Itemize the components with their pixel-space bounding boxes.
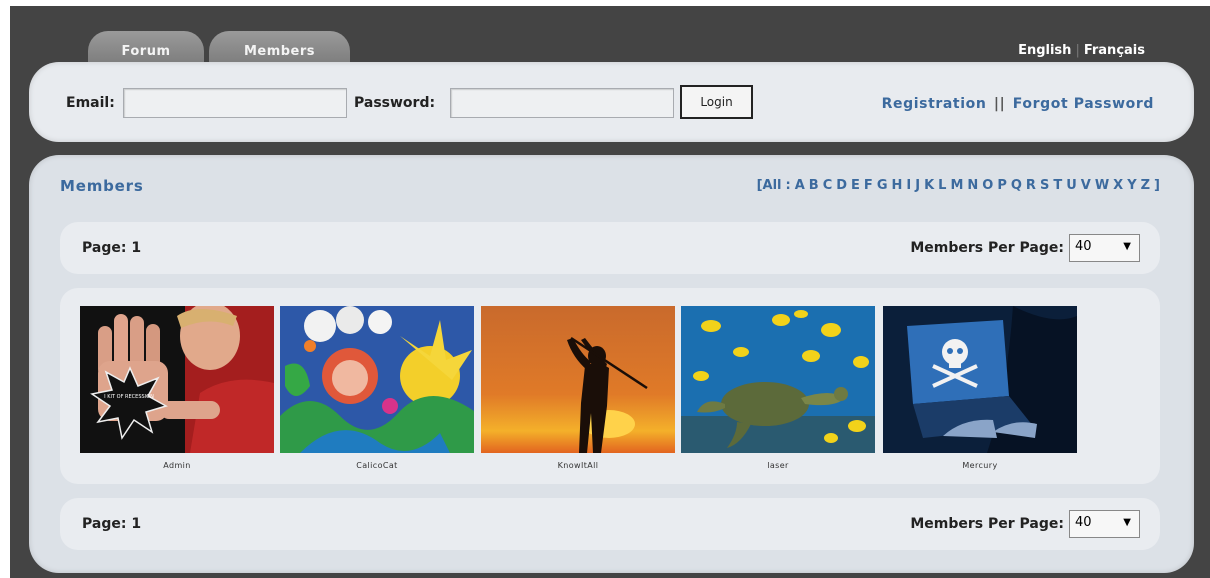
alpha-letter-x[interactable]: X	[1113, 178, 1123, 193]
members-per-page-value: 40	[1075, 239, 1092, 254]
alpha-letter-l[interactable]: L	[938, 178, 946, 193]
language-english-link[interactable]: English	[1018, 43, 1071, 58]
svg-text:I KIT OF RECESSION: I KIT OF RECESSION	[104, 394, 154, 400]
alpha-letter-g[interactable]: G	[877, 178, 888, 193]
member-name[interactable]: Admin	[80, 461, 274, 470]
alpha-letter-d[interactable]: D	[836, 178, 847, 193]
avatar-admin-image: I KIT OF RECESSION	[80, 306, 274, 453]
member-name[interactable]: laser	[681, 461, 875, 470]
alpha-letter-u[interactable]: U	[1066, 178, 1077, 193]
page-indicator: Page: 1	[82, 516, 142, 532]
avatar-knowitall-image	[481, 306, 675, 453]
member-card[interactable]: I KIT OF RECESSION Admin	[80, 306, 274, 470]
alpha-letter-j[interactable]: J	[915, 178, 920, 193]
login-button[interactable]: Login	[680, 85, 753, 119]
member-name[interactable]: KnowItAll	[481, 461, 675, 470]
alpha-letter-t[interactable]: T	[1053, 178, 1062, 193]
alpha-open-bracket: [	[756, 178, 763, 193]
member-card[interactable]: Mercury	[883, 306, 1077, 470]
email-input[interactable]	[123, 88, 347, 118]
pagination-bar-bottom: Page: 1 Members Per Page: 40 ▼	[60, 498, 1160, 550]
avatar-mercury-image	[883, 306, 1077, 453]
email-label: Email:	[66, 95, 115, 111]
alpha-letter-m[interactable]: M	[950, 178, 963, 193]
registration-link[interactable]: Registration	[882, 96, 987, 112]
forgot-password-link[interactable]: Forgot Password	[1013, 96, 1154, 112]
members-per-page-select[interactable]: 40 ▼	[1069, 234, 1140, 262]
login-bar: Email: Password: Login Registration || F…	[29, 62, 1194, 142]
alpha-close-bracket: ]	[1154, 178, 1160, 193]
alpha-letter-o[interactable]: O	[982, 178, 993, 193]
alpha-letter-r[interactable]: R	[1026, 178, 1036, 193]
alpha-letter-f[interactable]: F	[864, 178, 873, 193]
members-per-page-label: Members Per Page:	[910, 240, 1064, 256]
member-card[interactable]: laser	[681, 306, 875, 470]
chevron-down-icon: ▼	[1123, 241, 1131, 252]
alphabet-filter: [All: A B C D E F G H I J K L M N O P Q R S T U V W X Y Z]	[757, 178, 1160, 193]
chevron-down-icon: ▼	[1123, 517, 1131, 528]
member-avatar[interactable]: I KIT OF RECESSION	[80, 306, 274, 453]
member-avatar[interactable]	[883, 306, 1077, 453]
alpha-letter-y[interactable]: Y	[1127, 178, 1136, 193]
password-input[interactable]	[450, 88, 674, 118]
member-card[interactable]: CalicoCat	[280, 306, 474, 470]
account-links: Registration || Forgot Password	[882, 96, 1154, 112]
alpha-letter-p[interactable]: P	[997, 178, 1007, 193]
links-separator: ||	[993, 96, 1006, 112]
alpha-letter-e[interactable]: E	[851, 178, 860, 193]
pagination-bar-top: Page: 1 Members Per Page: 40 ▼	[60, 222, 1160, 274]
members-per-page-value: 40	[1075, 515, 1092, 530]
language-switcher: English | Français	[1018, 43, 1145, 58]
alpha-colon: :	[785, 178, 791, 193]
language-french-link[interactable]: Français	[1084, 43, 1145, 58]
alpha-letter-b[interactable]: B	[809, 178, 819, 193]
alpha-letter-h[interactable]: H	[891, 178, 902, 193]
member-avatar[interactable]	[481, 306, 675, 453]
member-gallery: I KIT OF RECESSION Admin CalicoCat KnowI…	[60, 288, 1160, 484]
avatar-calicocat-image	[280, 306, 474, 453]
member-name[interactable]: Mercury	[883, 461, 1077, 470]
members-panel: Members [All: A B C D E F G H I J K L M N O P Q R S T U V W X Y Z]…	[29, 155, 1194, 573]
alpha-letter-k[interactable]: K	[924, 178, 934, 193]
members-title: Members	[60, 177, 144, 195]
alpha-all-link[interactable]: All	[763, 178, 782, 193]
avatar-laser-image	[681, 306, 875, 453]
members-per-page-label: Members Per Page:	[910, 516, 1064, 532]
member-avatar[interactable]	[681, 306, 875, 453]
language-separator: |	[1075, 43, 1080, 58]
page-indicator: Page: 1	[82, 240, 142, 256]
member-name[interactable]: CalicoCat	[280, 461, 474, 470]
alpha-letter-c[interactable]: C	[823, 178, 833, 193]
members-per-page-select[interactable]: 40 ▼	[1069, 510, 1140, 538]
member-avatar[interactable]	[280, 306, 474, 453]
password-label: Password:	[354, 95, 436, 111]
alpha-letter-s[interactable]: S	[1040, 178, 1049, 193]
alpha-letter-n[interactable]: N	[967, 178, 978, 193]
alpha-letter-a[interactable]: A	[795, 178, 805, 193]
alpha-letter-q[interactable]: Q	[1011, 178, 1022, 193]
alpha-letter-i[interactable]: I	[906, 178, 911, 193]
alpha-letter-w[interactable]: W	[1095, 178, 1109, 193]
alpha-letter-z[interactable]: Z	[1141, 178, 1150, 193]
member-card[interactable]: KnowItAll	[481, 306, 675, 470]
alpha-letter-v[interactable]: V	[1081, 178, 1091, 193]
